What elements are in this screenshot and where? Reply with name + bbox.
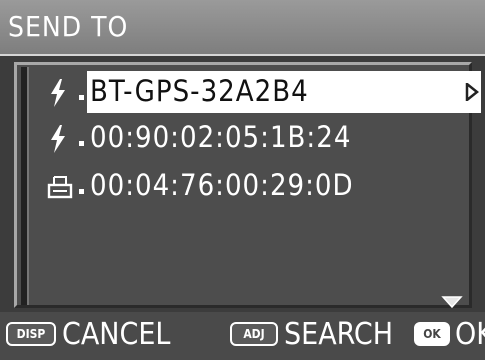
- device-name: BT-GPS-32A2B4: [90, 74, 309, 108]
- ok-button-icon[interactable]: OK: [414, 322, 450, 346]
- page-title: SEND TO: [8, 10, 129, 43]
- separator-dot: [79, 141, 84, 146]
- bluetooth-icon: [47, 124, 69, 154]
- device-address: 00:90:02:05:1B:24: [90, 120, 352, 154]
- device-row[interactable]: 00:90:02:05:1B:24: [35, 117, 467, 161]
- camera-screen: SEND TO BT-GPS-32A2B4 00:90:02:05:1B:24 …: [0, 0, 485, 360]
- device-row[interactable]: BT-GPS-32A2B4: [35, 71, 481, 115]
- printer-icon: [47, 172, 73, 202]
- cancel-label[interactable]: CANCEL: [62, 317, 170, 352]
- device-address: 00:04:76:00:29:0D: [90, 168, 354, 202]
- search-label[interactable]: SEARCH: [284, 317, 393, 352]
- ok-label[interactable]: OK: [455, 317, 485, 352]
- scroll-down-icon[interactable]: [441, 294, 463, 313]
- adj-button-icon[interactable]: ADJ: [230, 322, 278, 346]
- disp-button-icon[interactable]: DISP: [6, 322, 56, 346]
- footer-bar: DISP CANCEL ADJ SEARCH OK OK: [0, 312, 485, 360]
- title-bar: SEND TO: [0, 0, 485, 56]
- separator-dot: [79, 189, 84, 194]
- panel-rail: [21, 67, 29, 305]
- device-list-panel: BT-GPS-32A2B4 00:90:02:05:1B:24 00:04:76…: [14, 62, 481, 308]
- device-row[interactable]: 00:04:76:00:29:0D: [35, 165, 467, 209]
- bluetooth-icon: [47, 78, 69, 108]
- separator-dot: [79, 95, 84, 100]
